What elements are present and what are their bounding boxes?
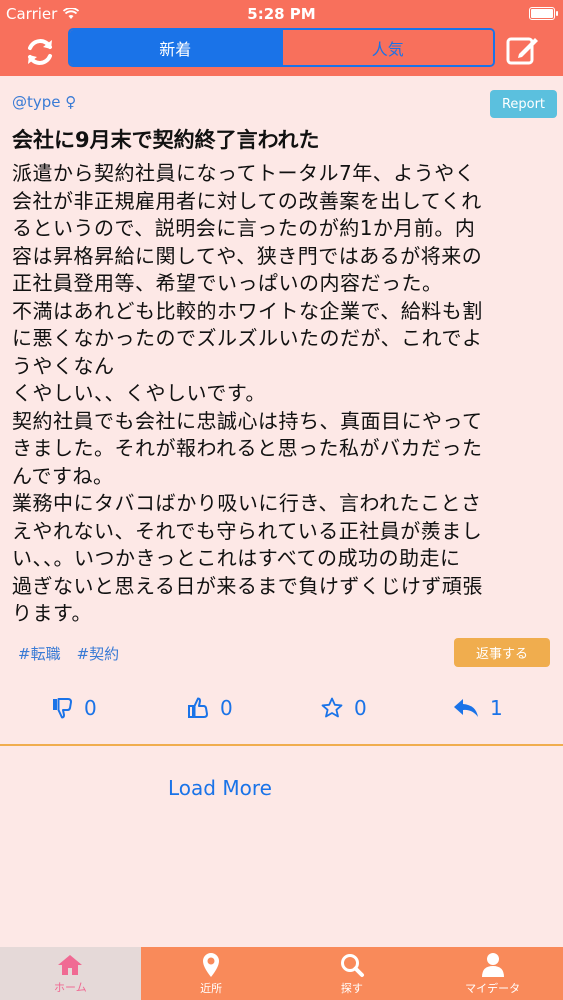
post-body-line: 会社が非正規雇用者に対しての改善案を出してくれ [12,188,482,213]
compose-button[interactable] [503,30,543,70]
thumbs-down-icon [53,698,72,719]
feed-segment-control: 新着 人気 [68,28,495,67]
location-pin-icon [203,952,220,977]
compose-icon [506,37,538,65]
nav-bar: 新着 人気 [0,28,563,76]
reply-button[interactable]: 返事する [454,638,550,667]
post-body-line: 過ぎないと思える日が来るまで負けずくじけず頑張 [12,573,483,598]
post-title: 会社に9月末で契約終了言われた [12,128,320,152]
post-body-line: に悪くなかったのでズルズルいたのだが、これでよ [12,326,483,350]
user-icon [481,952,504,977]
report-button[interactable]: Report [490,90,557,118]
post-body-line: くやしい、、くやしいです。 [12,381,266,405]
post-body: 派遣から契約社員になってトータル7年、ようやく 会社が非正規雇用者に対しての改善… [12,160,554,628]
post-tags: #転職 #契約 [18,643,119,664]
thumbs-up-icon [188,697,208,718]
battery-icon [529,7,558,20]
load-more-button[interactable]: Load More [168,776,272,800]
post-body-line: 不満はあれども比較的ホワイトな企業で、給料も割 [12,298,483,323]
like-count: 0 [220,696,233,720]
post-body-line: 業務中にタバコばかり吸いに行き、言われたことさ [12,491,482,515]
reply-count-button[interactable]: 1 [452,696,503,720]
reply-count: 1 [490,696,503,720]
tab-my-data[interactable]: マイデータ [422,947,563,1000]
tab-home-label: ホーム [54,980,87,994]
post-body-line: うやくなん [12,353,115,378]
clock: 5:28 PM [247,5,316,23]
reply-arrow-icon [454,699,478,717]
tab-nearby[interactable]: 近所 [140,947,282,1000]
dislike-button[interactable]: 0 [50,696,97,720]
post-body-line: 派遣から契約社員になってトータル7年、ようやく [12,161,476,185]
post-body-line: んですね。 [12,463,114,488]
post-body-line: えやれない、それでも守られている正社員が羨まし [12,518,483,543]
star-icon [321,697,343,718]
post-card: @type ♀ Report 会社に9月末で契約終了言われた 派遣から契約社員に… [0,76,563,746]
like-button[interactable]: 0 [186,696,233,720]
tag-job-change[interactable]: #転職 [18,643,61,664]
favorite-count: 0 [354,696,367,720]
home-icon [58,954,83,975]
post-divider [0,744,563,746]
post-body-line: 契約社員でも会社に忠誠心は持ち、真面目にやって [12,408,483,433]
post-body-line: ります。 [12,601,92,625]
post-author[interactable]: @type ♀ [12,93,76,111]
refresh-icon [28,39,52,65]
bottom-tab-bar: ホーム 近所 探す マイデータ [0,947,563,1000]
search-icon [340,953,364,977]
dislike-count: 0 [84,696,97,720]
tab-new[interactable]: 新着 [70,30,281,65]
post-actions: 0 0 0 1 [0,696,563,726]
tab-search[interactable]: 探す [281,947,423,1000]
status-bar: Carrier 5:28 PM [0,0,563,28]
post-body-line: 正社員登用等、希望でいっぱいの内容だった。 [12,271,443,295]
post-body-line: い、、。いつかきっとこれはすべての成功の助走に [12,546,461,570]
tab-home[interactable]: ホーム [0,947,141,1000]
favorite-button[interactable]: 0 [320,696,367,720]
refresh-button[interactable] [20,32,60,72]
tab-my-data-label: マイデータ [465,981,521,995]
post-body-line: るというので、説明会に言ったのが約1か月前。内 [12,216,476,240]
tab-nearby-label: 近所 [200,981,223,995]
tab-search-label: 探す [340,981,363,995]
tag-contract[interactable]: #契約 [77,643,120,664]
post-body-line: きました。それが報われると思った私がバカだった [12,436,483,460]
tab-popular[interactable]: 人気 [280,30,493,65]
post-body-line: 容は昇格昇給に関してや、狭き門ではあるが将来の [12,243,483,268]
